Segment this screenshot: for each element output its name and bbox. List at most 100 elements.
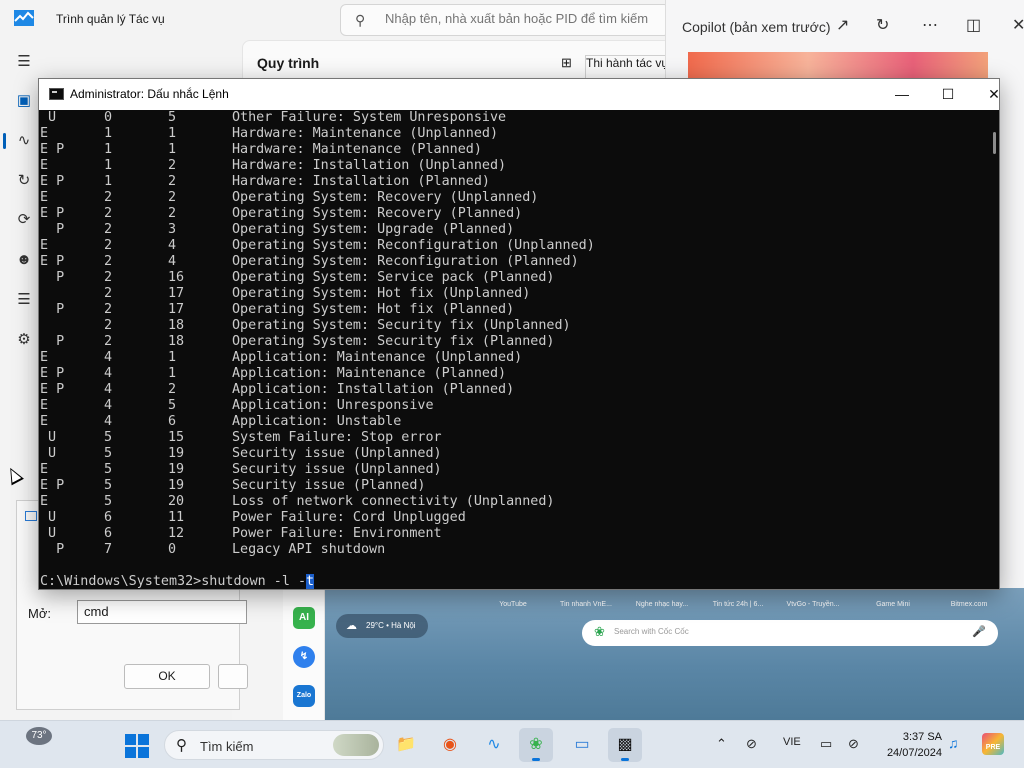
console-row: E 5 19 Security issue (Unplanned) bbox=[40, 462, 998, 478]
console-reason: Security issue (Unplanned) bbox=[232, 462, 442, 477]
console-minor: 3 bbox=[168, 222, 177, 237]
scrollbar[interactable] bbox=[991, 110, 999, 589]
shortcut-tile[interactable]: Tin nhanh VnE... bbox=[551, 601, 621, 608]
console-minor: 18 bbox=[168, 334, 185, 349]
search-input[interactable] bbox=[385, 11, 665, 26]
console-minor: 16 bbox=[168, 270, 185, 285]
console-minor: 2 bbox=[168, 158, 177, 173]
console-flags: P bbox=[40, 302, 65, 317]
network-off-icon[interactable]: ⊘ bbox=[746, 736, 757, 752]
messenger-icon[interactable]: ↯ bbox=[293, 646, 315, 668]
shortcut-tile[interactable]: YouTube bbox=[478, 601, 548, 608]
console-minor: 11 bbox=[168, 510, 185, 525]
maximize-button[interactable]: ☐ bbox=[925, 79, 971, 110]
console-flags: E bbox=[40, 398, 49, 413]
console-flags: P bbox=[40, 270, 65, 285]
browser-weather[interactable]: ☁ 29°C • Hà Nội bbox=[336, 614, 428, 638]
prompt-text: C:\Windows\System32>shutdown -l - bbox=[40, 574, 307, 589]
run-dialog-taskbar-icon[interactable]: ▭ bbox=[565, 728, 599, 762]
details-icon[interactable]: ☰ bbox=[12, 288, 36, 312]
console-minor: 1 bbox=[168, 366, 177, 381]
shortcut-tile[interactable]: Tin tức 24h | 6... bbox=[703, 601, 773, 608]
cmd-taskbar-icon[interactable]: ▩ bbox=[608, 728, 642, 762]
command-line[interactable]: C:\Windows\System32>shutdown -l -t bbox=[40, 574, 315, 589]
console-reason: Loss of network connectivity (Unplanned) bbox=[232, 494, 555, 509]
browser-search-placeholder: Search with Cốc Cốc bbox=[614, 627, 689, 636]
console-reason: Application: Unresponsive bbox=[232, 398, 434, 413]
scrollbar-thumb[interactable] bbox=[993, 132, 996, 154]
console-major: 1 bbox=[104, 158, 113, 173]
console-row: U 0 5 Other Failure: System Unresponsive bbox=[40, 110, 998, 126]
hamburger-icon[interactable]: ☰ bbox=[12, 50, 36, 74]
chevron-up-icon[interactable]: ⌃ bbox=[716, 736, 727, 752]
console-row: E P 2 4 Operating System: Reconfiguration (… bbox=[40, 254, 998, 270]
task-manager-search[interactable]: ⚲ bbox=[340, 4, 670, 36]
open-external-icon[interactable]: ↗ bbox=[836, 15, 849, 35]
console-flags: E P bbox=[40, 206, 65, 221]
console-major: 2 bbox=[104, 222, 113, 237]
console-reason: Operating System: Hot fix (Unplanned) bbox=[232, 286, 531, 301]
console-row: E 2 2 Operating System: Recovery (Unplanned… bbox=[40, 190, 998, 206]
console-reason: Application: Maintenance (Unplanned) bbox=[232, 350, 523, 365]
more-icon[interactable]: ⋯ bbox=[922, 15, 938, 35]
taskbar-weather[interactable]: 73° bbox=[26, 727, 52, 745]
services-icon[interactable]: ⚙ bbox=[12, 328, 36, 352]
ai-app-icon[interactable]: AI bbox=[293, 607, 315, 629]
shortcut-tile[interactable]: Nghe nhạc hay... bbox=[627, 601, 697, 608]
browser-search[interactable]: ❀ Search with Cốc Cốc 🎤 bbox=[582, 620, 998, 646]
console-flags: E bbox=[40, 350, 49, 365]
console-reason: Hardware: Maintenance (Planned) bbox=[232, 142, 482, 157]
zalo-icon[interactable]: Zalo bbox=[293, 685, 315, 707]
shortcut-tile[interactable]: VtvGo - Truyền... bbox=[778, 601, 848, 608]
copilot-pre-icon[interactable]: PRE bbox=[982, 733, 1004, 755]
notification-bell-icon[interactable]: ♫ bbox=[948, 735, 959, 751]
console-minor: 17 bbox=[168, 286, 185, 301]
performance-icon[interactable]: ∿ bbox=[12, 129, 36, 153]
search-icon: ⚲ bbox=[176, 737, 187, 754]
console-reason: Security issue (Planned) bbox=[232, 478, 426, 493]
volume-muted-icon[interactable]: ⊘ bbox=[848, 736, 859, 752]
console-major: 6 bbox=[104, 526, 113, 541]
users-icon[interactable]: ☻ bbox=[12, 248, 36, 272]
console-row: E 5 20 Loss of network connectivity (Unplan… bbox=[40, 494, 998, 510]
console-flags: U bbox=[40, 446, 57, 461]
cancel-button[interactable] bbox=[218, 664, 248, 689]
task-manager-taskbar-icon[interactable]: ∿ bbox=[477, 728, 511, 762]
console-major: 4 bbox=[104, 414, 113, 429]
clock[interactable]: 3:37 SA 24/07/2024 bbox=[870, 729, 942, 761]
console-reason: Operating System: Reconfiguration (Unpla… bbox=[232, 238, 595, 253]
file-explorer-icon[interactable]: 📁 bbox=[389, 728, 423, 762]
shortcut-tile[interactable]: Bitmex.com bbox=[934, 601, 1004, 608]
app-history-icon[interactable]: ↻ bbox=[12, 169, 36, 193]
minimize-button[interactable]: — bbox=[879, 79, 925, 110]
console-output[interactable]: U 0 5 Other Failure: System Unresponsive E 1 1… bbox=[40, 110, 998, 589]
microphone-icon[interactable]: 🎤 bbox=[972, 625, 986, 638]
console-row: 2 18 Operating System: Security fix (Unpla… bbox=[40, 318, 998, 334]
language-indicator[interactable]: VIE bbox=[783, 736, 801, 748]
console-major: 6 bbox=[104, 510, 113, 525]
coccoc-taskbar-icon[interactable]: ❀ bbox=[519, 728, 553, 762]
console-major: 4 bbox=[104, 382, 113, 397]
console-flags: E bbox=[40, 190, 49, 205]
console-row: E P 4 2 Application: Installation (Planned) bbox=[40, 382, 998, 398]
taskbar-search[interactable]: ⚲ Tìm kiếm bbox=[164, 730, 384, 760]
shortcut-tile[interactable]: Game Mini bbox=[858, 601, 928, 608]
run-command-input[interactable]: cmd bbox=[77, 600, 247, 624]
console-major: 5 bbox=[104, 446, 113, 461]
console-major: 5 bbox=[104, 478, 113, 493]
firefox-icon[interactable]: ◉ bbox=[433, 728, 467, 762]
sidebar-toggle-icon[interactable]: ◫ bbox=[966, 15, 981, 35]
close-icon[interactable]: ✕ bbox=[1012, 15, 1024, 35]
display-icon[interactable]: ▭ bbox=[820, 736, 832, 752]
close-button[interactable]: ✕ bbox=[971, 79, 1017, 110]
console-major: 2 bbox=[104, 334, 113, 349]
console-major: 5 bbox=[104, 430, 113, 445]
ok-button[interactable]: OK bbox=[124, 664, 210, 689]
console-row: E 2 4 Operating System: Reconfiguration (Un… bbox=[40, 238, 998, 254]
cmd-titlebar[interactable]: Administrator: Dấu nhắc Lệnh — ☐ ✕ bbox=[39, 79, 1000, 110]
start-button[interactable] bbox=[125, 734, 149, 758]
processes-icon[interactable]: ▣ bbox=[12, 89, 36, 113]
console-reason: Operating System: Recovery (Planned) bbox=[232, 206, 523, 221]
refresh-icon[interactable]: ↻ bbox=[876, 15, 889, 35]
startup-icon[interactable]: ⟳ bbox=[12, 208, 36, 232]
